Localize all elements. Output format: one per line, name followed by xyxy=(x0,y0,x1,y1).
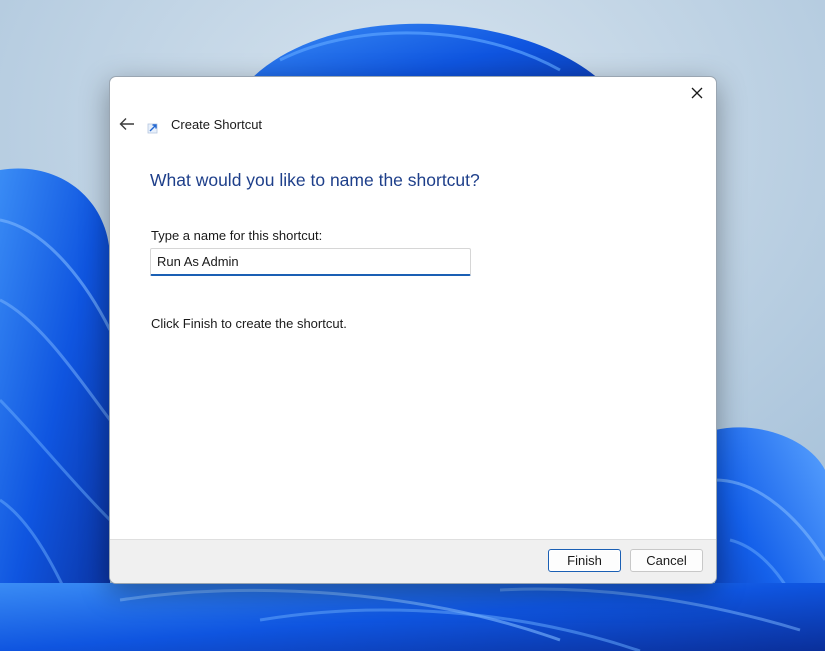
close-icon xyxy=(691,87,703,99)
desktop: Create Shortcut What would you like to n… xyxy=(0,0,825,651)
page-heading: What would you like to name the shortcut… xyxy=(150,170,480,190)
create-shortcut-dialog: Create Shortcut What would you like to n… xyxy=(109,76,717,584)
close-button[interactable] xyxy=(684,81,710,105)
dialog-footer: Finish Cancel xyxy=(110,539,716,583)
finish-button[interactable]: Finish xyxy=(548,549,621,572)
dialog-title: Create Shortcut xyxy=(171,117,263,132)
shortcut-name-input[interactable] xyxy=(150,248,471,276)
finish-instruction: Click Finish to create the shortcut. xyxy=(151,316,347,331)
back-arrow-icon xyxy=(119,118,134,130)
cancel-button[interactable]: Cancel xyxy=(630,549,703,572)
shortcut-arrow-icon xyxy=(147,123,158,134)
shortcut-name-label: Type a name for this shortcut: xyxy=(151,228,323,243)
back-button[interactable] xyxy=(116,113,138,135)
